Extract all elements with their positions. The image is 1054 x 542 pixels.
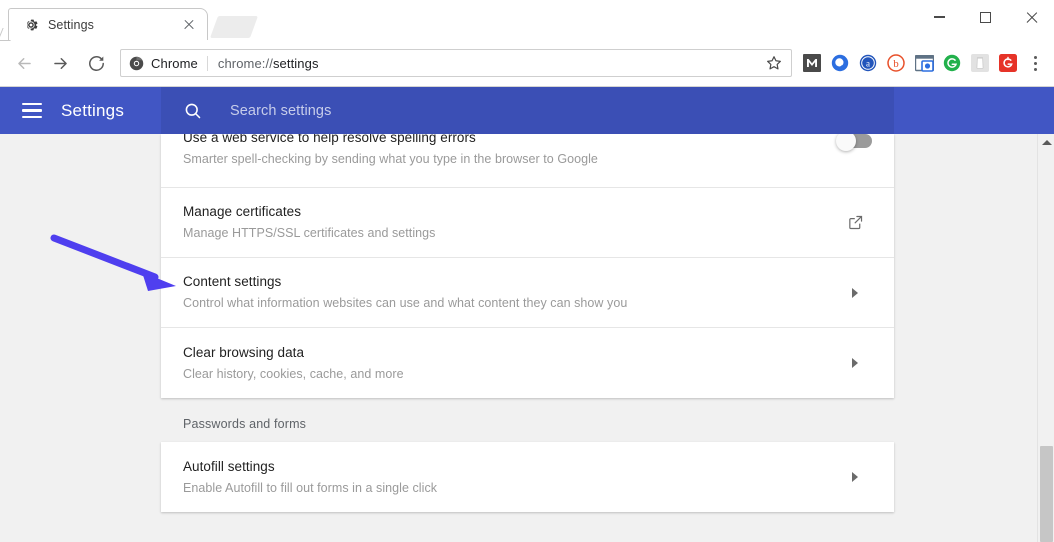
search-settings-box[interactable]: Search settings (161, 87, 894, 134)
extension-icons: a b (798, 49, 1022, 77)
row-manage-certificates[interactable]: Manage certificates Manage HTTPS/SSL cer… (161, 188, 894, 258)
scrollbar-thumb[interactable] (1040, 446, 1053, 542)
tab-close-icon[interactable] (181, 17, 197, 33)
row-autofill-settings[interactable]: Autofill settings Enable Autofill to fil… (161, 442, 894, 512)
q-extension-icon[interactable] (826, 49, 854, 77)
tab-strip: Settings (0, 0, 259, 40)
passwords-card: Autofill settings Enable Autofill to fil… (161, 442, 894, 512)
reload-icon (88, 55, 104, 71)
reload-button[interactable] (81, 48, 111, 78)
title-bar: Settings (0, 0, 1054, 40)
row-subtitle: Manage HTTPS/SSL certificates and settin… (183, 226, 436, 240)
browser-window: Settings Chrome chrome://settings a b Se… (0, 0, 1054, 542)
settings-header: Settings Search settings (0, 87, 1054, 134)
site-identity-chip[interactable]: Chrome (129, 55, 208, 71)
chrome-logo-icon (129, 56, 144, 70)
privacy-card: Use a web service to help resolve spelli… (161, 134, 894, 398)
row-clear-browsing-data[interactable]: Clear browsing data Clear history, cooki… (161, 328, 894, 398)
g-extension-icon[interactable] (994, 49, 1022, 77)
tab-settings[interactable]: Settings (8, 8, 208, 40)
new-tab-button[interactable] (209, 16, 259, 38)
back-button[interactable] (9, 48, 39, 78)
external-link-icon[interactable] (847, 214, 864, 231)
row-title: Clear browsing data (183, 344, 305, 360)
row-text: Use a web service to help resolve spelli… (183, 134, 822, 169)
forward-button[interactable] (45, 48, 75, 78)
search-input-placeholder[interactable]: Search settings (230, 103, 331, 119)
row-title: Content settings (183, 274, 282, 289)
url-path: settings (272, 55, 319, 71)
row-action (836, 134, 872, 151)
chevron-right-icon[interactable] (852, 472, 858, 482)
chrome-menu-button[interactable] (1022, 49, 1048, 77)
chevron-right-icon[interactable] (852, 287, 858, 298)
address-bar-url: chrome://settings (218, 56, 319, 71)
svg-text:a: a (866, 58, 870, 68)
address-bar[interactable]: Chrome chrome://settings (120, 49, 792, 77)
minimize-button[interactable] (916, 0, 962, 34)
row-subtitle: Smarter spell-checking by sending what y… (183, 152, 598, 166)
browser-toolbar: Chrome chrome://settings a b (0, 40, 1054, 87)
row-text: Clear browsing data Clear history, cooki… (183, 343, 822, 384)
spelling-service-toggle[interactable] (836, 134, 872, 151)
settings-page-body: Use a web service to help resolve spelli… (0, 134, 1054, 542)
bookmark-star-icon[interactable] (765, 54, 783, 72)
chevron-right-icon[interactable] (852, 358, 858, 368)
svg-text:b: b (893, 58, 899, 70)
gear-icon (27, 19, 38, 30)
row-title: Manage certificates (183, 204, 302, 219)
url-scheme: chrome:// (217, 55, 273, 71)
a-extension-icon[interactable]: a (854, 49, 882, 77)
tab-title: Settings (48, 17, 94, 32)
row-text: Autofill settings Enable Autofill to fil… (183, 457, 822, 498)
row-title: Autofill settings (183, 458, 275, 474)
site-identity-label: Chrome (151, 55, 198, 71)
settings-header-left: Settings (0, 87, 161, 134)
row-text: Manage certificates Manage HTTPS/SSL cer… (183, 202, 822, 243)
mailtrack-extension-icon[interactable] (798, 49, 826, 77)
hamburger-menu-icon[interactable] (22, 103, 42, 118)
row-subtitle: Control what information websites can us… (183, 296, 628, 310)
notes-extension-icon[interactable] (966, 49, 994, 77)
row-title: Use a web service to help resolve spelli… (183, 134, 476, 145)
row-action (838, 472, 872, 482)
row-action (838, 287, 872, 298)
back-arrow-icon (17, 57, 31, 69)
row-spelling-service[interactable]: Use a web service to help resolve spelli… (161, 134, 894, 188)
scroll-up-arrow-icon[interactable] (1038, 134, 1054, 151)
page-title: Settings (61, 100, 125, 120)
maximize-button[interactable] (962, 0, 1008, 34)
row-content-settings[interactable]: Content settings Control what informatio… (161, 258, 894, 328)
window-controls (916, 0, 1054, 34)
page-scrollbar[interactable] (1037, 134, 1054, 542)
row-text: Content settings Control what informatio… (183, 272, 822, 313)
row-action (838, 214, 872, 231)
b-extension-icon[interactable]: b (882, 49, 910, 77)
search-icon (185, 103, 201, 118)
settings-content: Use a web service to help resolve spelli… (161, 134, 894, 512)
screenshot-extension-icon[interactable] (910, 49, 938, 77)
section-label-passwords-and-forms: Passwords and forms (183, 417, 307, 431)
grammarly-extension-icon[interactable] (938, 49, 966, 77)
forward-arrow-icon (53, 57, 67, 69)
row-action (838, 358, 872, 368)
settings-left-strip (0, 134, 161, 542)
row-subtitle: Clear history, cookies, cache, and more (183, 366, 404, 381)
close-button[interactable] (1008, 0, 1054, 34)
row-subtitle: Enable Autofill to fill out forms in a s… (183, 480, 438, 495)
